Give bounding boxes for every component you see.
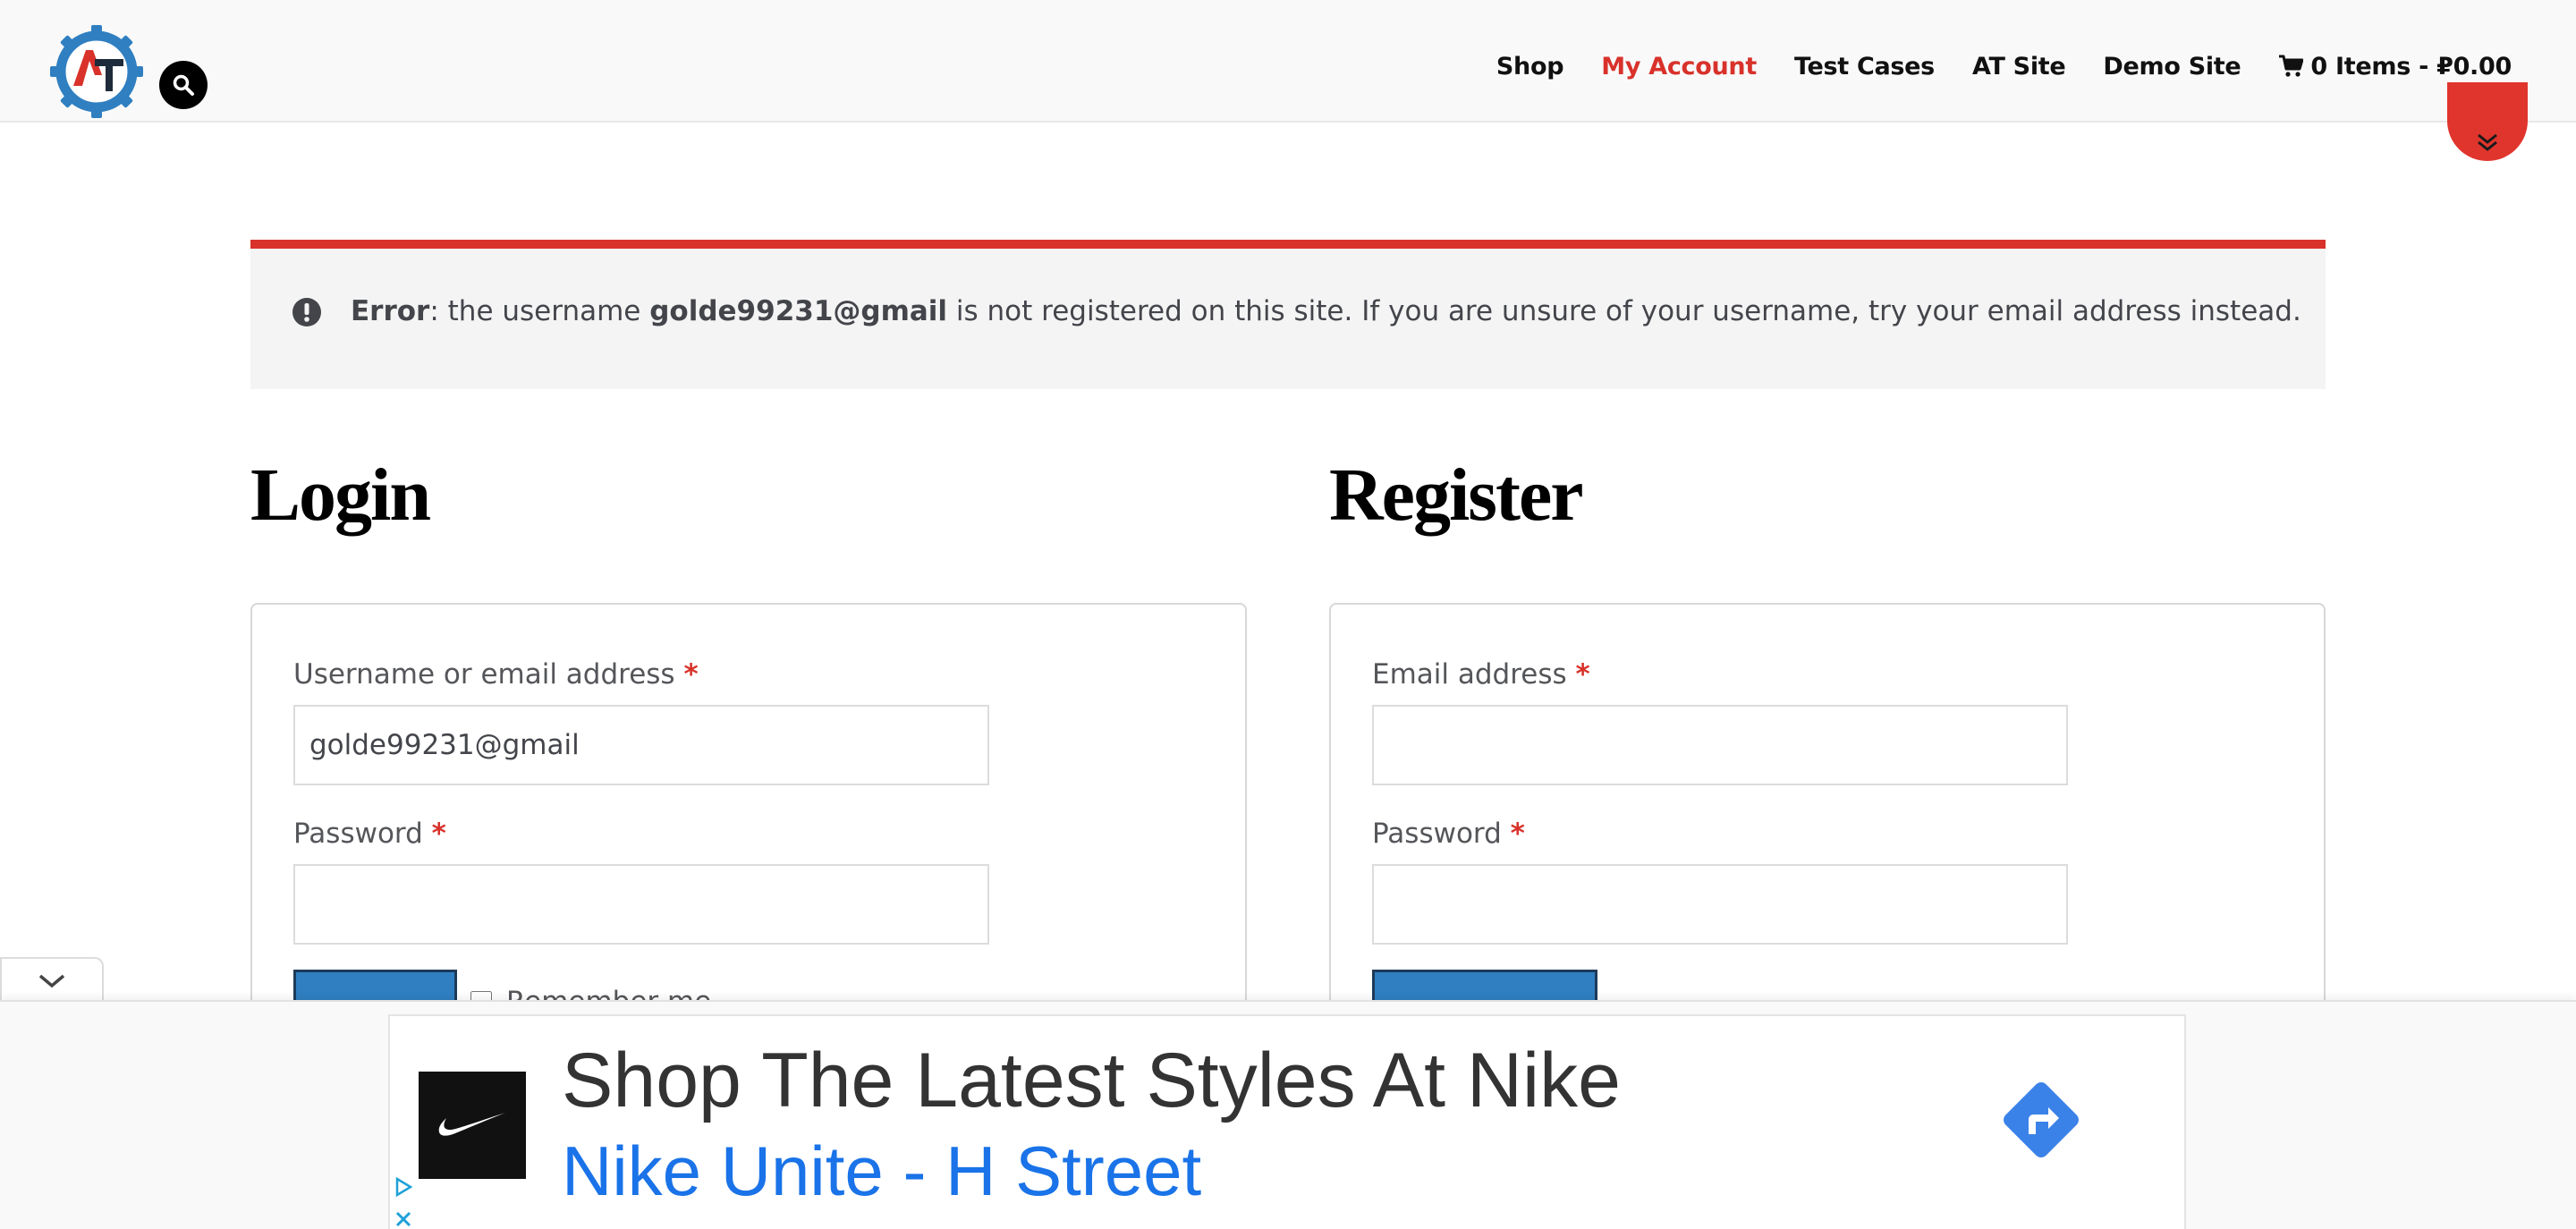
error-username: golde99231@gmail <box>649 295 948 327</box>
password-label: Password * <box>293 818 446 850</box>
ad-choices[interactable] <box>394 1177 413 1227</box>
required-mark: * <box>431 818 446 850</box>
primary-nav: Shop My Account Test Cases AT Site Demo … <box>1459 47 2512 86</box>
chevron-down-icon <box>38 974 65 988</box>
nav-demo-site[interactable]: Demo Site <box>2103 53 2241 81</box>
register-title: Register <box>1329 453 1584 537</box>
ad-brand-logo[interactable] <box>419 1072 526 1179</box>
search-button[interactable] <box>159 61 208 109</box>
site-header: Shop My Account Test Cases AT Site Demo … <box>0 0 2576 123</box>
password-input[interactable] <box>293 864 989 945</box>
register-password-label: Password * <box>1372 818 1525 850</box>
cart-summary: 0 Items - ₽0.00 <box>2310 52 2512 81</box>
error-text-part-2: is not registered on this site. If you a… <box>947 295 2301 327</box>
required-mark: * <box>1510 818 1525 850</box>
error-prefix: Error <box>351 295 430 327</box>
ad-choices-icon <box>395 1177 412 1197</box>
ad-headline[interactable]: Shop The Latest Styles At Nike <box>562 1036 1621 1125</box>
register-email-input[interactable] <box>1372 705 2068 785</box>
ad-collapse-tab[interactable] <box>0 957 104 1004</box>
cart-icon <box>2279 55 2304 77</box>
scroll-down-button[interactable] <box>2447 82 2528 161</box>
exclamation-circle-icon <box>292 298 321 326</box>
email-label: Email address * <box>1372 658 1590 691</box>
double-chevron-down-icon <box>2478 133 2497 151</box>
ad-subline[interactable]: Nike Unite - H Street <box>562 1131 1201 1211</box>
nav-cart[interactable]: 0 Items - ₽0.00 <box>2278 53 2512 81</box>
close-icon[interactable] <box>395 1211 411 1227</box>
required-mark: * <box>1575 658 1590 691</box>
search-icon <box>173 74 194 96</box>
nav-shop[interactable]: Shop <box>1496 53 1564 81</box>
error-text-part-1: : the username <box>429 295 650 327</box>
login-title: Login <box>250 453 431 537</box>
ad-banner[interactable]: Shop The Latest Styles At Nike Nike Unit… <box>388 1014 2186 1229</box>
required-mark: * <box>683 658 699 691</box>
directions-icon[interactable] <box>1996 1075 2086 1165</box>
nav-at-site[interactable]: AT Site <box>1972 53 2066 81</box>
error-message: Error: the username golde99231@gmail is … <box>351 293 2301 329</box>
ad-bar: Shop The Latest Styles At Nike Nike Unit… <box>0 1000 2576 1229</box>
gear-logo-icon[interactable] <box>50 25 143 118</box>
username-label: Username or email address * <box>293 658 699 691</box>
nav-my-account[interactable]: My Account <box>1601 53 1757 81</box>
username-input[interactable] <box>293 705 989 785</box>
nike-swoosh-icon <box>438 1113 505 1136</box>
register-password-input[interactable] <box>1372 864 2068 945</box>
error-notice: Error: the username golde99231@gmail is … <box>250 240 2326 389</box>
nav-test-cases[interactable]: Test Cases <box>1794 53 1935 81</box>
